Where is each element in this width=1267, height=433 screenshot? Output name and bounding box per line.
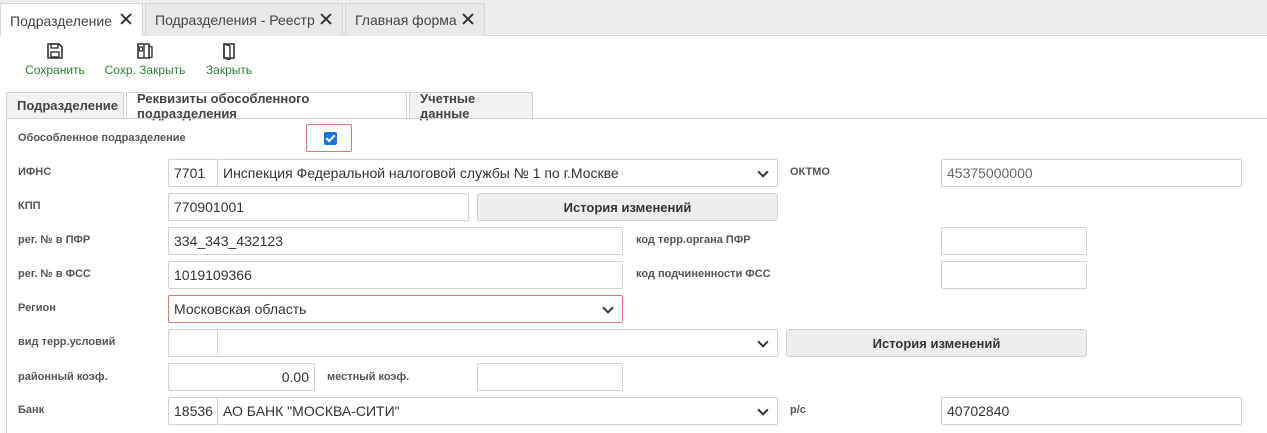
tab-division-main[interactable]: Подразделение [6,92,124,118]
door-icon [223,43,235,60]
kpp-label: КПП [18,200,41,212]
close-icon[interactable] [319,12,333,26]
fss-reg-label: рег. № в ФСС [18,268,91,280]
tab-separate-division-details[interactable]: Реквизиты обособленного подразделения [126,91,407,121]
save-close-label: Сохр. Закрыть [104,63,186,77]
tab-label: Подразделения - Реестр [155,12,315,28]
save-close-button[interactable]: Сохр. Закрыть [104,42,186,77]
separate-division-field [306,124,352,152]
ifns-label: ИФНС [18,166,52,178]
toolbar: Сохранить Сохр. Закрыть Закрыть [0,36,1267,86]
close-icon[interactable] [461,12,475,26]
fss-sub-code-field[interactable] [941,261,1087,289]
ifns-name: Инспекция Федеральной налоговой службы №… [223,165,619,181]
tab-divisions-registry[interactable]: Подразделения - Реестр [145,3,343,36]
save-button[interactable]: Сохранить [24,42,86,77]
bank-select[interactable]: АО БАНК "МОСКВА-СИТИ" [217,397,778,425]
terr-conditions-label: вид терр.условий [18,336,116,348]
terr-conditions-history-button[interactable]: История изменений [786,329,1087,357]
bank-name: АО БАНК "МОСКВА-СИТИ" [223,403,400,419]
pfr-reg-field[interactable]: 334_343_432123 [168,227,623,255]
tab-label: Подразделение [17,98,119,113]
ifns-code-field[interactable]: 7701 [168,159,218,187]
kpp-field[interactable]: 770901001 [168,193,469,221]
pfr-terr-code-field[interactable] [941,227,1087,255]
pfr-terr-code-label: код терр.органа ПФР [636,234,751,246]
terr-conditions-select[interactable] [217,329,778,357]
tab-label: Главная форма [355,12,457,28]
bank-label: Банк [18,404,45,416]
account-label: р/с [790,404,806,416]
tab-label: Реквизиты обособленного подразделения [137,91,310,121]
save-close-icon [137,43,153,59]
bank-code-field[interactable]: 18536 [168,397,218,425]
chevron-down-icon [757,166,769,178]
chevron-down-icon [602,302,614,314]
tab-main-form[interactable]: Главная форма [345,3,485,36]
fss-reg-field[interactable]: 1019109366 [168,261,623,289]
oktmo-field[interactable]: 45375000000 [941,159,1242,187]
close-label: Закрыть [205,63,253,77]
terr-conditions-code-field[interactable] [168,329,218,357]
tab-accounting-data[interactable]: Учетные данные [409,90,533,121]
tab-division[interactable]: Подразделение [0,3,143,37]
close-button[interactable]: Закрыть [204,42,254,77]
district-coef-label: районный коэф. [18,371,108,383]
region-value: Московская область [174,301,307,317]
tab-label: Подразделение [10,12,113,29]
tab-label: Учетные данные [420,90,476,121]
ifns-select[interactable]: Инспекция Федеральной налоговой службы №… [217,159,778,187]
separate-division-label: Обособленное подразделение [18,132,186,144]
save-label: Сохранить [25,63,85,77]
region-select[interactable]: Московская область [168,295,623,323]
account-field[interactable]: 40702840 [941,397,1242,425]
floppy-disk-icon [47,43,63,59]
local-coef-label: местный коэф. [327,371,410,383]
document-tabs-bar: Подразделение Подразделения - Реестр Гла… [0,0,1267,37]
kpp-history-button[interactable]: История изменений [477,193,778,221]
close-icon[interactable] [119,12,133,26]
district-coef-field[interactable]: 0.00 [168,363,315,391]
local-coef-field[interactable] [477,363,623,391]
separate-division-checkbox[interactable] [324,132,337,145]
chevron-down-icon [757,336,769,348]
oktmo-label: ОКТМО [790,166,830,178]
chevron-down-icon [757,404,769,416]
fss-sub-code-label: код подчиненности ФСС [636,268,771,280]
region-label: Регион [18,302,56,314]
pfr-reg-label: рег. № в ПФР [18,234,91,246]
